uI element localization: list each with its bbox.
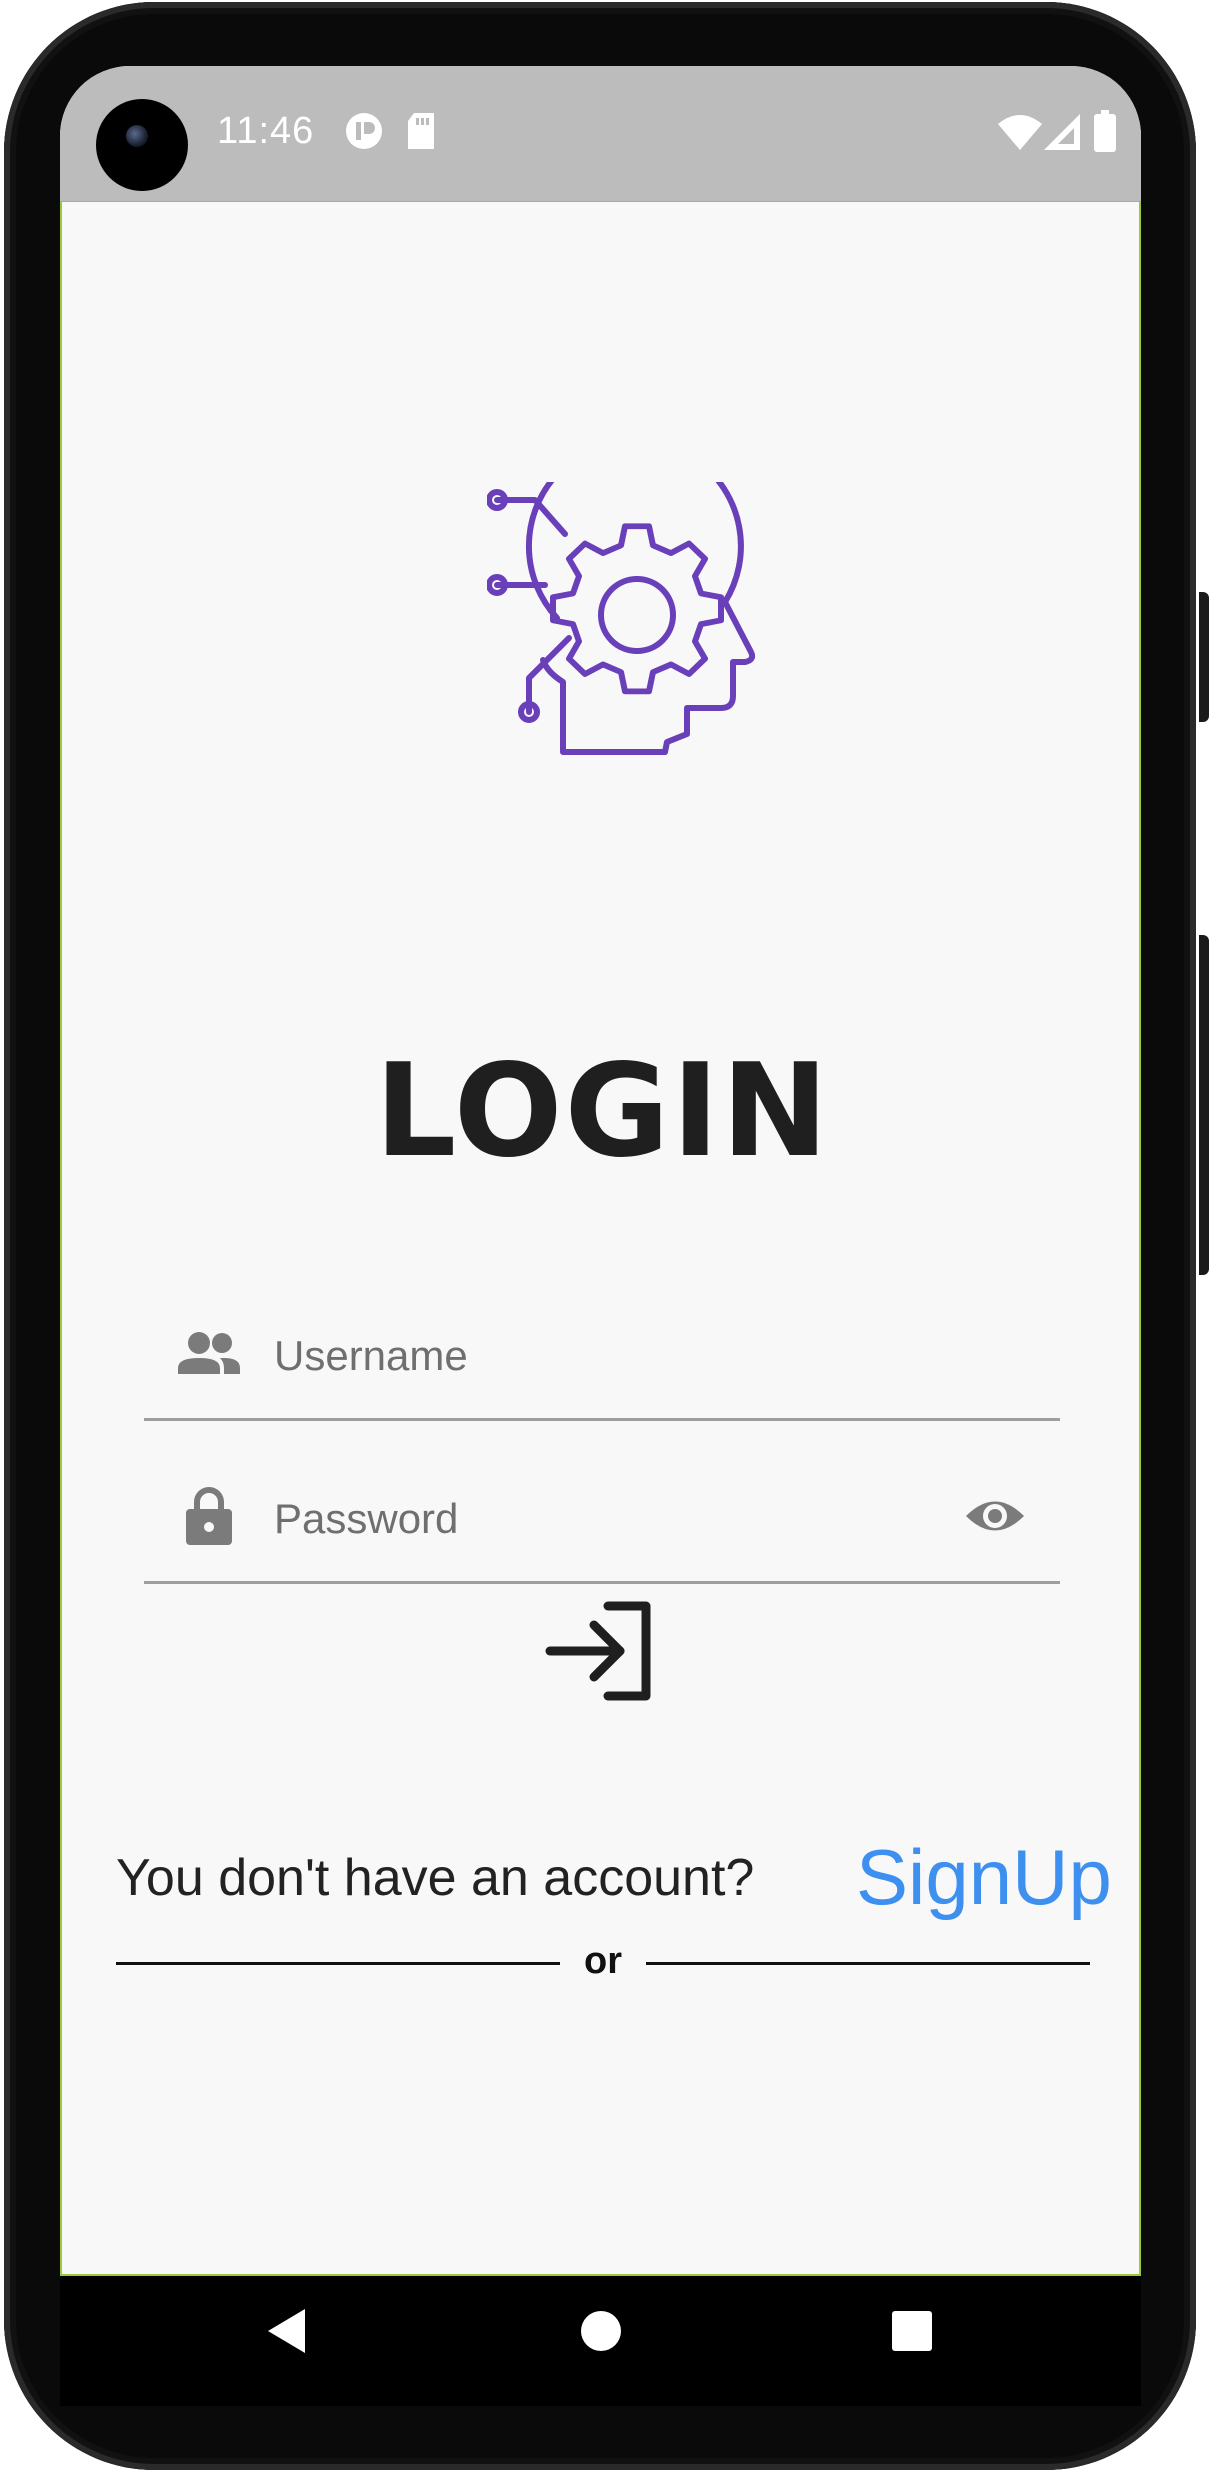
sd-card-icon — [408, 113, 434, 149]
recents-icon[interactable] — [889, 2306, 935, 2356]
divider-left — [116, 1962, 560, 1965]
lock-icon — [186, 1487, 232, 1545]
signup-link[interactable]: SignUp — [856, 1832, 1112, 1923]
app-notification-icon — [346, 113, 382, 149]
login-arrow-icon[interactable] — [542, 1592, 662, 1712]
battery-icon — [1094, 110, 1116, 152]
screen: 11:46 LOGIN Username You don't have an a… — [60, 66, 1141, 2276]
device: 11:46 LOGIN Username You don't have an a… — [0, 0, 1211, 2474]
people-icon — [178, 1332, 240, 1374]
cellular-signal-icon — [1044, 114, 1080, 150]
eye-icon[interactable] — [964, 1495, 1026, 1537]
page-title: LOGIN — [374, 1037, 831, 1186]
signup-row: You don't have an account? SignUp — [116, 1822, 1112, 1922]
status-time: 11:46 — [217, 110, 315, 152]
wifi-icon — [998, 115, 1042, 150]
username-field — [144, 1300, 1060, 1421]
volume-button — [1199, 935, 1209, 1275]
brain-gear-head-icon — [487, 482, 756, 755]
home-icon[interactable] — [580, 2306, 622, 2356]
username-input[interactable] — [274, 1326, 874, 1386]
navigation-bar — [60, 2276, 1141, 2406]
power-button — [1199, 592, 1209, 722]
divider-right — [646, 1962, 1090, 1965]
login-screen: LOGIN Username You don't have an account… — [60, 202, 1141, 2276]
front-camera — [96, 99, 188, 191]
password-input[interactable] — [274, 1489, 874, 1549]
back-icon[interactable] — [265, 2306, 315, 2356]
signup-prompt: You don't have an account? — [116, 1849, 755, 1907]
divider-label: or — [584, 1940, 622, 1982]
status-bar: 11:46 — [60, 66, 1141, 202]
password-field — [144, 1463, 1060, 1584]
